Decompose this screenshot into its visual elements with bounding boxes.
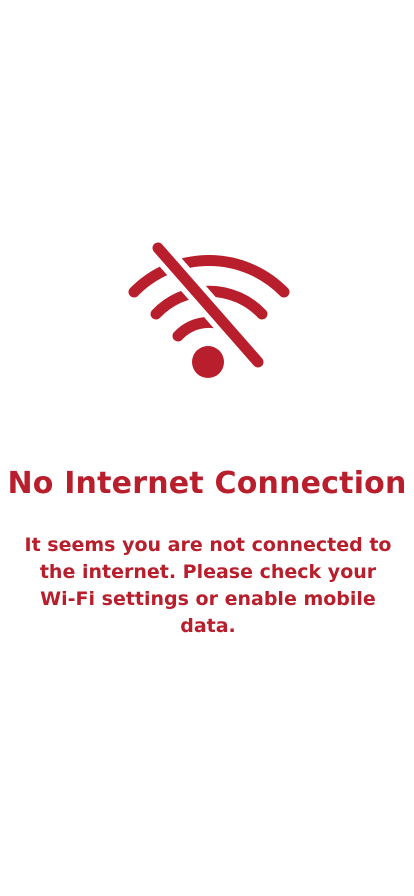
error-title: No Internet Connection [7, 466, 407, 501]
no-connection-screen: No Internet Connection It seems you are … [0, 0, 414, 896]
wifi-off-icon [128, 240, 290, 378]
error-message: It seems you are not connected to the in… [24, 534, 392, 637]
